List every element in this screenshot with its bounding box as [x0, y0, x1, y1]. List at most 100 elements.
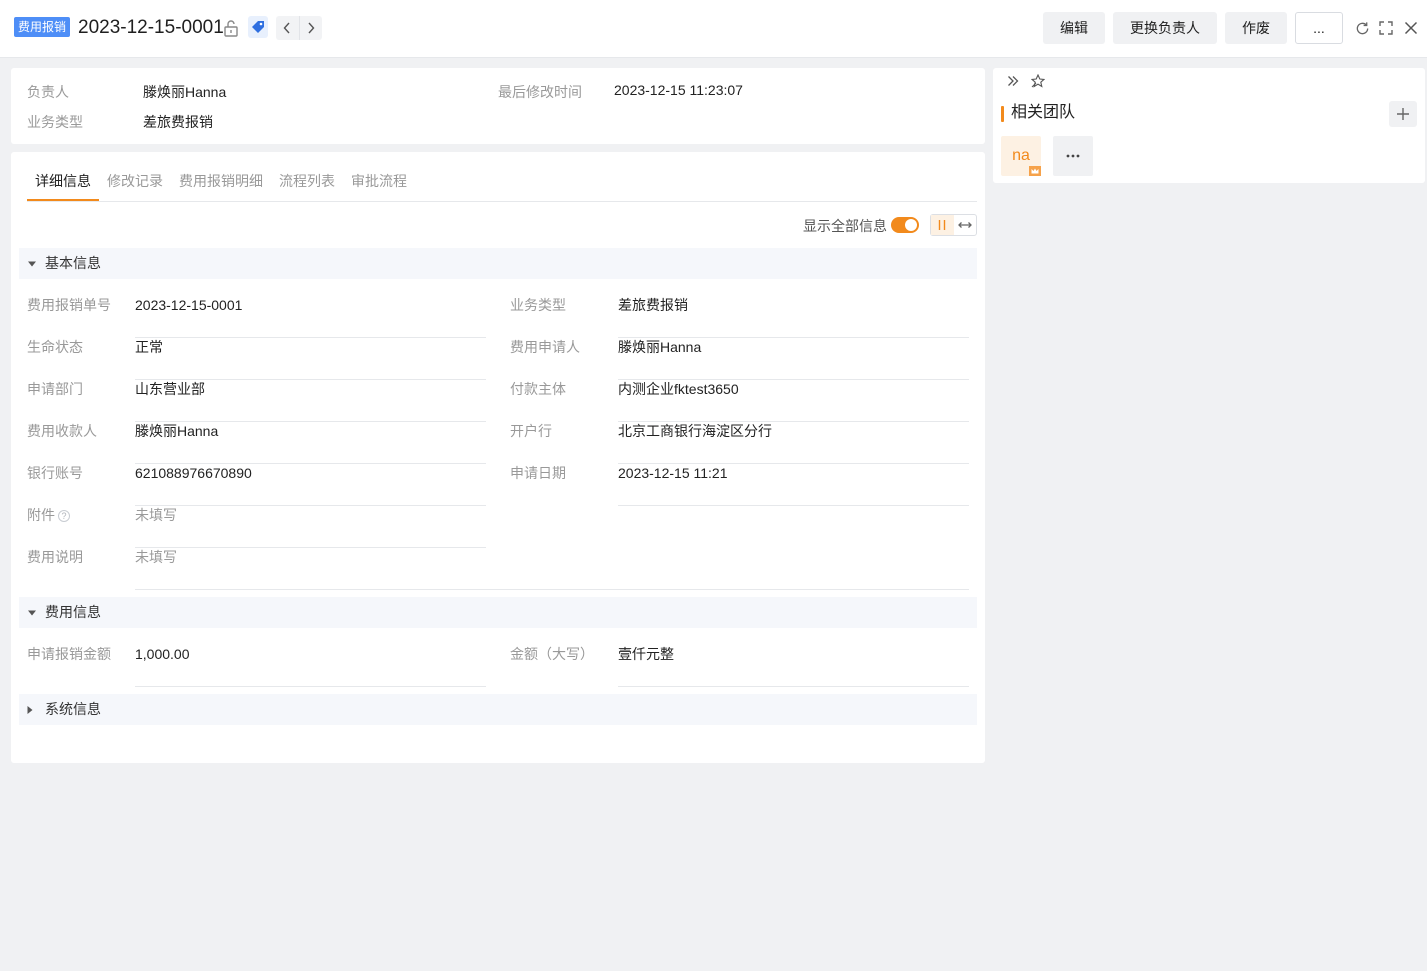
field-expense-no: 费用报销单号 2023-12-15-0001	[27, 296, 486, 338]
field-label: 申请日期	[510, 465, 566, 481]
section-fee-info[interactable]: 费用信息	[19, 597, 977, 628]
field-label: 费用收款人	[27, 423, 97, 439]
field-value: 2023-12-15 11:21	[618, 465, 728, 481]
previous-record-icon[interactable]	[276, 16, 299, 40]
field-attachment: 附件? 未填写	[27, 506, 486, 548]
full-width-icon[interactable]	[954, 215, 977, 235]
modified-time-label: 最后修改时间	[498, 84, 582, 100]
avatar-initials: na	[1012, 147, 1030, 164]
field-lifecycle-status: 生命状态 正常	[27, 338, 486, 380]
related-team-title: 相关团队	[1011, 104, 1076, 121]
tab-expense-lines[interactable]: 费用报销明细	[179, 172, 263, 190]
field-value[interactable]: 滕焕丽Hanna	[135, 422, 218, 440]
field-label: 附件?	[27, 506, 70, 524]
field-divider	[618, 505, 969, 506]
help-icon[interactable]: ?	[58, 510, 70, 522]
section-system-info[interactable]: 系统信息	[19, 694, 977, 725]
close-icon[interactable]	[1402, 19, 1420, 37]
field-value[interactable]: 山东营业部	[135, 380, 205, 398]
show-all-label: 显示全部信息	[803, 218, 887, 234]
tab-details[interactable]: 详细信息	[35, 172, 91, 190]
field-label: 申请部门	[27, 381, 83, 397]
add-member-button[interactable]	[1389, 101, 1417, 127]
field-value: 未填写	[135, 507, 177, 523]
team-member-avatar[interactable]: na	[1001, 136, 1041, 176]
field-business-type: 业务类型 差旅费报销	[510, 296, 969, 338]
summary-card: 负责人 滕焕丽Hanna 最后修改时间 2023-12-15 11:23:07 …	[11, 68, 985, 144]
field-value: 1,000.00	[135, 646, 190, 662]
field-label: 费用说明	[27, 549, 83, 565]
field-value: 未填写	[135, 549, 177, 565]
field-apply-date: 申请日期 2023-12-15 11:21	[510, 464, 969, 506]
show-all-toggle[interactable]	[891, 217, 919, 233]
field-label: 费用申请人	[510, 339, 580, 355]
active-tab-indicator	[27, 199, 99, 201]
field-bank: 开户行 北京工商银行海淀区分行	[510, 422, 969, 464]
change-owner-button[interactable]: 更换负责人	[1113, 12, 1217, 44]
field-divider	[618, 686, 969, 687]
section-title: 费用信息	[45, 604, 101, 620]
field-amount-in-words: 金额（大写） 壹仟元整	[510, 645, 969, 687]
tab-change-log[interactable]: 修改记录	[107, 172, 163, 190]
layout-toggle	[930, 214, 977, 236]
caret-right-icon	[27, 694, 37, 725]
field-department: 申请部门 山东营业部	[27, 380, 486, 422]
tag-icon[interactable]	[248, 16, 268, 38]
record-title: 2023-12-15-0001	[78, 17, 224, 38]
two-column-icon[interactable]	[931, 215, 954, 235]
fullscreen-icon[interactable]	[1377, 19, 1395, 37]
tab-process-list[interactable]: 流程列表	[279, 172, 335, 190]
field-label: 开户行	[510, 423, 552, 439]
field-applicant: 费用申请人 滕焕丽Hanna	[510, 338, 969, 380]
field-payer-entity: 付款主体 内测企业fktest3650	[510, 380, 969, 422]
refresh-icon[interactable]	[1353, 19, 1371, 37]
lock-icon[interactable]	[222, 18, 240, 38]
caret-down-icon	[27, 248, 37, 279]
pin-icon[interactable]	[1029, 72, 1047, 90]
field-claim-amount: 申请报销金额 1,000.00	[27, 645, 486, 687]
more-members-button[interactable]	[1053, 136, 1093, 176]
edit-button[interactable]: 编辑	[1043, 12, 1105, 44]
field-value: 壹仟元整	[618, 646, 674, 662]
section-basic-info[interactable]: 基本信息	[19, 248, 977, 279]
field-label-text: 附件	[27, 507, 55, 523]
field-label: 业务类型	[510, 297, 566, 313]
collapse-panel-icon[interactable]	[1005, 73, 1021, 89]
background-page-edge	[0, 100, 4, 130]
field-description: 费用说明 未填写	[27, 548, 969, 590]
field-label: 生命状态	[27, 339, 83, 355]
record-header: 费用报销 2023-12-15-0001 编辑 更换负责人 作废 ...	[0, 0, 1427, 58]
field-value: 差旅费报销	[618, 297, 688, 313]
field-label: 申请报销金额	[27, 646, 111, 662]
section-title: 基本信息	[45, 255, 101, 271]
next-record-icon[interactable]	[298, 16, 323, 40]
field-value[interactable]: 内测企业fktest3650	[618, 380, 739, 398]
field-value: 2023-12-15-0001	[135, 297, 243, 313]
section-title: 系统信息	[45, 701, 101, 717]
field-value[interactable]: 滕焕丽Hanna	[618, 338, 701, 356]
business-type-value: 差旅费报销	[143, 114, 213, 130]
field-value: 正常	[135, 339, 163, 355]
modified-time-value: 2023-12-15 11:23:07	[614, 82, 743, 98]
field-bank-account: 银行账号 621088976670890	[27, 464, 486, 506]
field-divider	[135, 686, 486, 687]
field-label: 银行账号	[27, 465, 83, 481]
field-label: 金额（大写）	[510, 646, 594, 662]
detail-tabs: 详细信息 修改记录 费用报销明细 流程列表 审批流程	[27, 162, 977, 202]
owner-label: 负责人	[27, 84, 69, 100]
field-value: 北京工商银行海淀区分行	[618, 423, 772, 439]
business-type-label: 业务类型	[27, 114, 83, 130]
caret-down-icon	[27, 597, 37, 628]
void-button[interactable]: 作废	[1225, 12, 1287, 44]
crown-icon	[1029, 166, 1041, 176]
more-actions-button[interactable]: ...	[1295, 12, 1343, 44]
detail-card: 详细信息 修改记录 费用报销明细 流程列表 审批流程 显示全部信息 基本信息 费…	[11, 152, 985, 763]
field-value: 621088976670890	[135, 465, 252, 481]
field-label: 费用报销单号	[27, 297, 111, 313]
related-team-panel: 相关团队 na	[993, 68, 1425, 183]
owner-value[interactable]: 滕焕丽Hanna	[143, 82, 226, 102]
tab-approval-flow[interactable]: 审批流程	[351, 172, 407, 190]
field-label: 付款主体	[510, 381, 566, 397]
field-divider	[135, 589, 969, 590]
field-payee: 费用收款人 滕焕丽Hanna	[27, 422, 486, 464]
